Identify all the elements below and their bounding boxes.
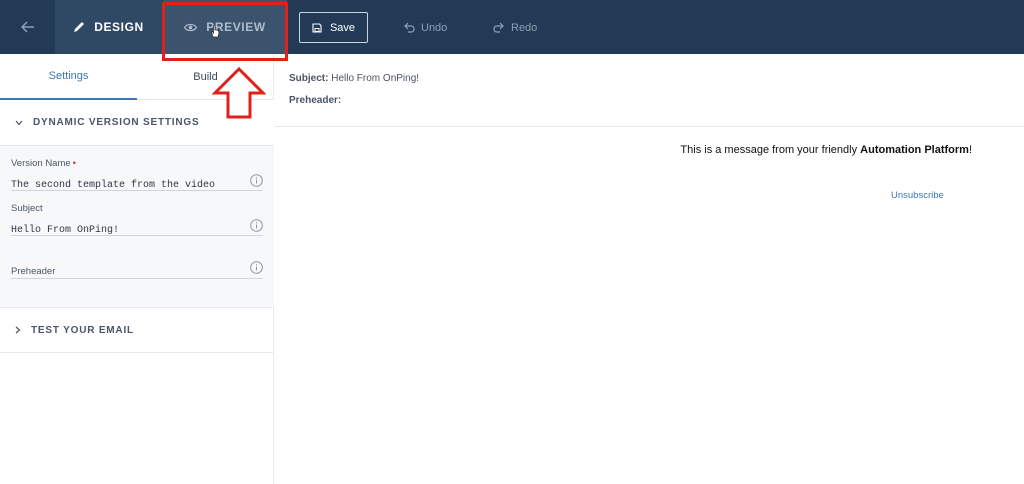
dynamic-version-settings-body: Version Name • The second template from t… [0, 146, 274, 307]
info-icon[interactable] [250, 174, 263, 187]
section-title: DYNAMIC VERSION SETTINGS [33, 117, 200, 128]
subject-label: Subject [11, 203, 43, 214]
preheader-field: Preheader [11, 261, 263, 279]
save-button[interactable]: Save [299, 12, 368, 43]
preheader-label: Preheader [11, 266, 56, 277]
hand-cursor-icon [211, 24, 220, 38]
message-suffix: ! [968, 144, 972, 156]
undo-button[interactable]: Undo [403, 12, 447, 43]
floppy-disk-icon [312, 22, 322, 33]
chevron-right-icon [15, 326, 21, 334]
subject-value: Hello From OnPing! [11, 225, 120, 236]
section-title: TEST YOUR EMAIL [31, 324, 134, 336]
info-icon[interactable] [250, 219, 263, 232]
divider [275, 126, 1024, 127]
version-name-input[interactable]: The second template from the video [11, 174, 263, 191]
undo-icon [404, 22, 415, 33]
top-bar: DESIGN PREVIEW Save Undo Redo [0, 0, 1024, 54]
save-button-label: Save [329, 21, 356, 34]
redo-icon [493, 22, 504, 33]
subject-input[interactable]: Hello From OnPing! [11, 219, 263, 236]
undo-label: Undo [421, 21, 448, 34]
preview-preheader-label: Preheader: [289, 95, 342, 106]
version-name-label-row: Version Name • [11, 158, 263, 169]
back-button[interactable] [0, 0, 55, 54]
preheader-input[interactable]: Preheader [11, 261, 263, 279]
pencil-icon [74, 22, 85, 32]
version-name-field: Version Name • The second template from t… [11, 158, 263, 191]
email-message: This is a message from your friendly Aut… [680, 144, 972, 156]
preview-subject-value: Hello From OnPing! [331, 73, 420, 84]
subject-field: Subject Hello From OnPing! [11, 203, 263, 236]
annotation-highlight-box [162, 2, 288, 61]
message-prefix: This is a message from your friendly [680, 144, 861, 156]
test-your-email-header[interactable]: TEST YOUR EMAIL [0, 307, 274, 353]
arrow-left-icon [20, 21, 34, 33]
message-bold: Automation Platform [860, 144, 969, 156]
tab-settings[interactable]: Settings [0, 54, 137, 100]
version-name-value: The second template from the video [11, 180, 216, 191]
tab-design[interactable]: DESIGN [55, 0, 162, 54]
preview-preheader: Preheader: [289, 95, 341, 106]
email-preview: Subject: Hello From OnPing! Preheader: T… [275, 54, 1024, 484]
redo-button[interactable]: Redo [493, 12, 537, 43]
preview-subject-label: Subject: [289, 73, 329, 84]
redo-label: Redo [511, 21, 538, 34]
info-icon[interactable] [250, 261, 263, 274]
version-name-label: Version Name [11, 158, 71, 169]
preview-subject: Subject: Hello From OnPing! [289, 73, 419, 84]
tab-design-label: DESIGN [94, 20, 144, 34]
annotation-arrow-icon [212, 67, 266, 119]
required-marker: • [72, 158, 76, 169]
chevron-down-icon [15, 120, 23, 125]
unsubscribe-link[interactable]: Unsubscribe [891, 190, 944, 201]
